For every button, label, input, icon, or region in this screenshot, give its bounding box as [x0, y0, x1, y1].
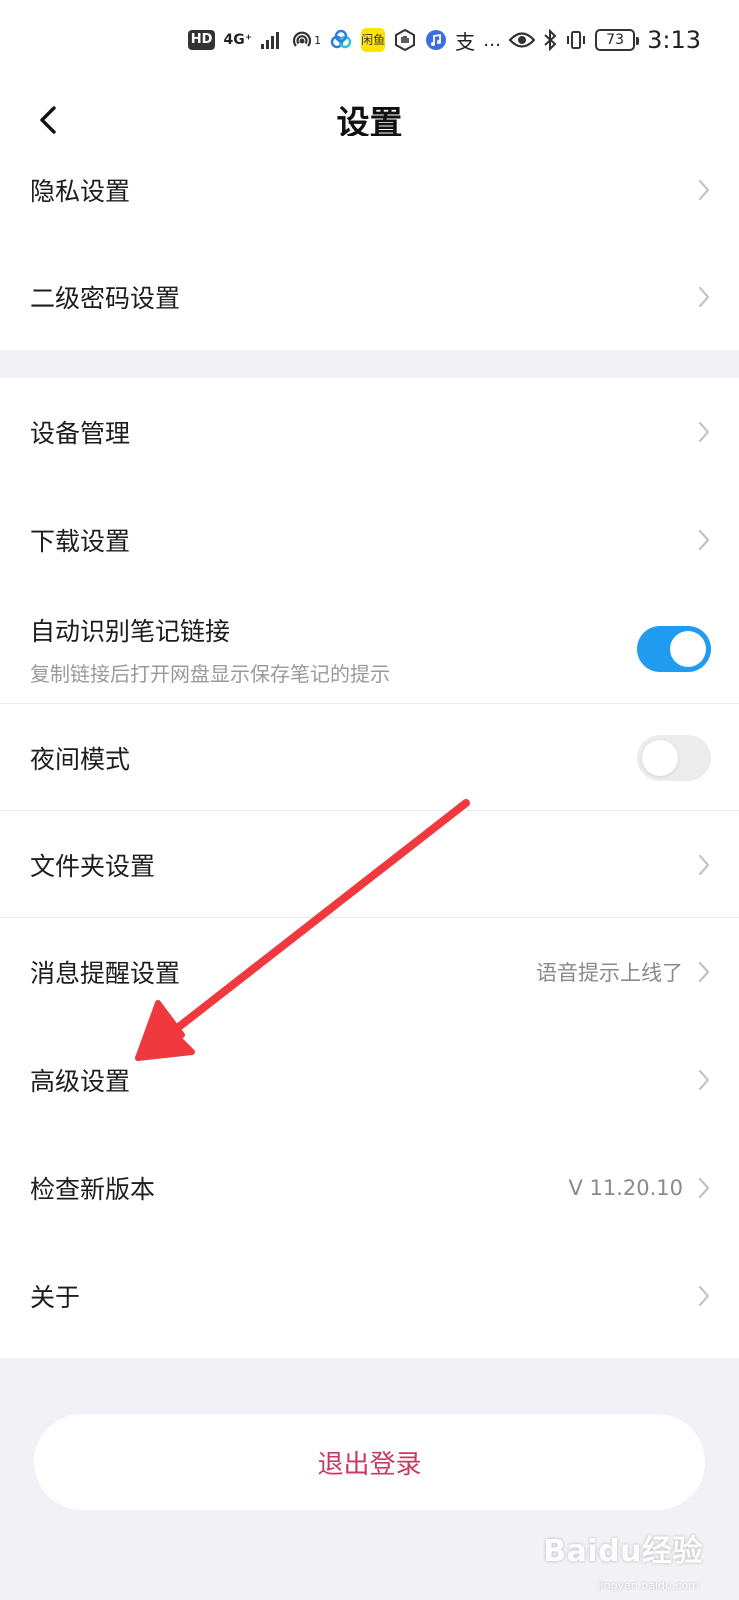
- alipay-icon: 支: [455, 29, 476, 54]
- download-settings-item[interactable]: 下载设置: [0, 486, 739, 594]
- logout-button[interactable]: 退出登录: [34, 1414, 705, 1510]
- hotspot-count: 1: [314, 33, 322, 47]
- watermark-url: jingyan.baidu.com: [597, 1579, 699, 1592]
- chevron-right-icon: [698, 961, 710, 983]
- xianyu-app-icon: 闲鱼: [361, 28, 385, 52]
- device-management-item[interactable]: 设备管理: [0, 378, 739, 486]
- auto-detect-note-link-item: 自动识别笔记链接 复制链接后打开网盘显示保存笔记的提示: [0, 594, 739, 704]
- vibrate-icon: [565, 29, 587, 51]
- secondary-password-label: 二级密码设置: [30, 283, 181, 313]
- privacy-settings-label: 隐私设置: [30, 176, 131, 206]
- toggle-knob: [670, 631, 706, 667]
- network-4g-icon: 4G⁺: [223, 32, 253, 48]
- night-mode-item: 夜间模式: [0, 704, 739, 811]
- toggle-knob: [642, 739, 678, 776]
- chevron-right-icon: [698, 1285, 710, 1307]
- settings-group-security: 隐私设置 二级密码设置: [0, 136, 739, 350]
- auto-detect-note-link-toggle[interactable]: [637, 626, 711, 672]
- message-notification-hint: 语音提示上线了: [536, 961, 683, 985]
- message-notification-label: 消息提醒设置: [30, 959, 181, 988]
- chevron-right-icon: [698, 179, 710, 200]
- advanced-settings-label: 高级设置: [30, 1067, 131, 1096]
- advanced-settings-item[interactable]: 高级设置: [0, 1026, 739, 1134]
- signal-icon: [260, 30, 282, 50]
- status-bar: HD 4G⁺ 1 闲鱼 支 … 73 3:13: [0, 0, 739, 80]
- watermark-text: Baidu经验: [543, 1534, 703, 1569]
- baidu-jingyan-watermark: Baidu经验: [543, 1526, 703, 1570]
- about-label: 关于: [30, 1283, 81, 1312]
- chevron-right-icon: [698, 1177, 710, 1199]
- folder-settings-label: 文件夹设置: [30, 851, 156, 881]
- night-mode-toggle[interactable]: [637, 734, 711, 781]
- baidu-netdisk-icon: [329, 29, 353, 51]
- chevron-right-icon: [698, 529, 710, 551]
- check-version-label: 检查新版本: [30, 1175, 156, 1204]
- about-item[interactable]: 关于: [0, 1242, 739, 1350]
- device-management-label: 设备管理: [30, 419, 131, 448]
- chevron-right-icon: [698, 1069, 710, 1091]
- back-button[interactable]: [28, 100, 68, 140]
- hotspot-icon: 1: [290, 29, 321, 51]
- message-notification-item[interactable]: 消息提醒设置 语音提示上线了: [0, 918, 739, 1026]
- bluetooth-icon: [543, 29, 557, 51]
- eye-icon: [509, 31, 536, 49]
- download-settings-label: 下载设置: [30, 527, 131, 556]
- section-separator: [0, 350, 739, 378]
- more-notifications-icon: …: [483, 29, 502, 51]
- auto-detect-note-link-label: 自动识别笔记链接: [30, 616, 231, 646]
- battery-icon: 73: [595, 29, 640, 51]
- secondary-password-item[interactable]: 二级密码设置: [0, 243, 739, 350]
- settings-group-general: 设备管理 下载设置 自动识别笔记链接 复制链接后打开网盘显示保存笔记的提示 夜间…: [0, 378, 739, 1350]
- chevron-right-icon: [698, 286, 710, 307]
- clock: 3:13: [647, 26, 701, 54]
- folder-settings-item[interactable]: 文件夹设置: [0, 811, 739, 918]
- music-icon: [425, 29, 447, 51]
- chevron-right-icon: [698, 421, 710, 443]
- chevron-right-icon: [698, 854, 710, 875]
- night-mode-label: 夜间模式: [30, 744, 131, 774]
- chevron-left-icon: [40, 106, 56, 134]
- auto-detect-note-link-description: 复制链接后打开网盘显示保存笔记的提示: [30, 661, 390, 686]
- hand-icon: [393, 28, 417, 52]
- privacy-settings-item[interactable]: 隐私设置: [0, 136, 739, 243]
- check-version-item[interactable]: 检查新版本 V 11.20.10: [0, 1134, 739, 1242]
- hd-icon: HD: [187, 30, 216, 50]
- app-version: V 11.20.10: [568, 1176, 683, 1200]
